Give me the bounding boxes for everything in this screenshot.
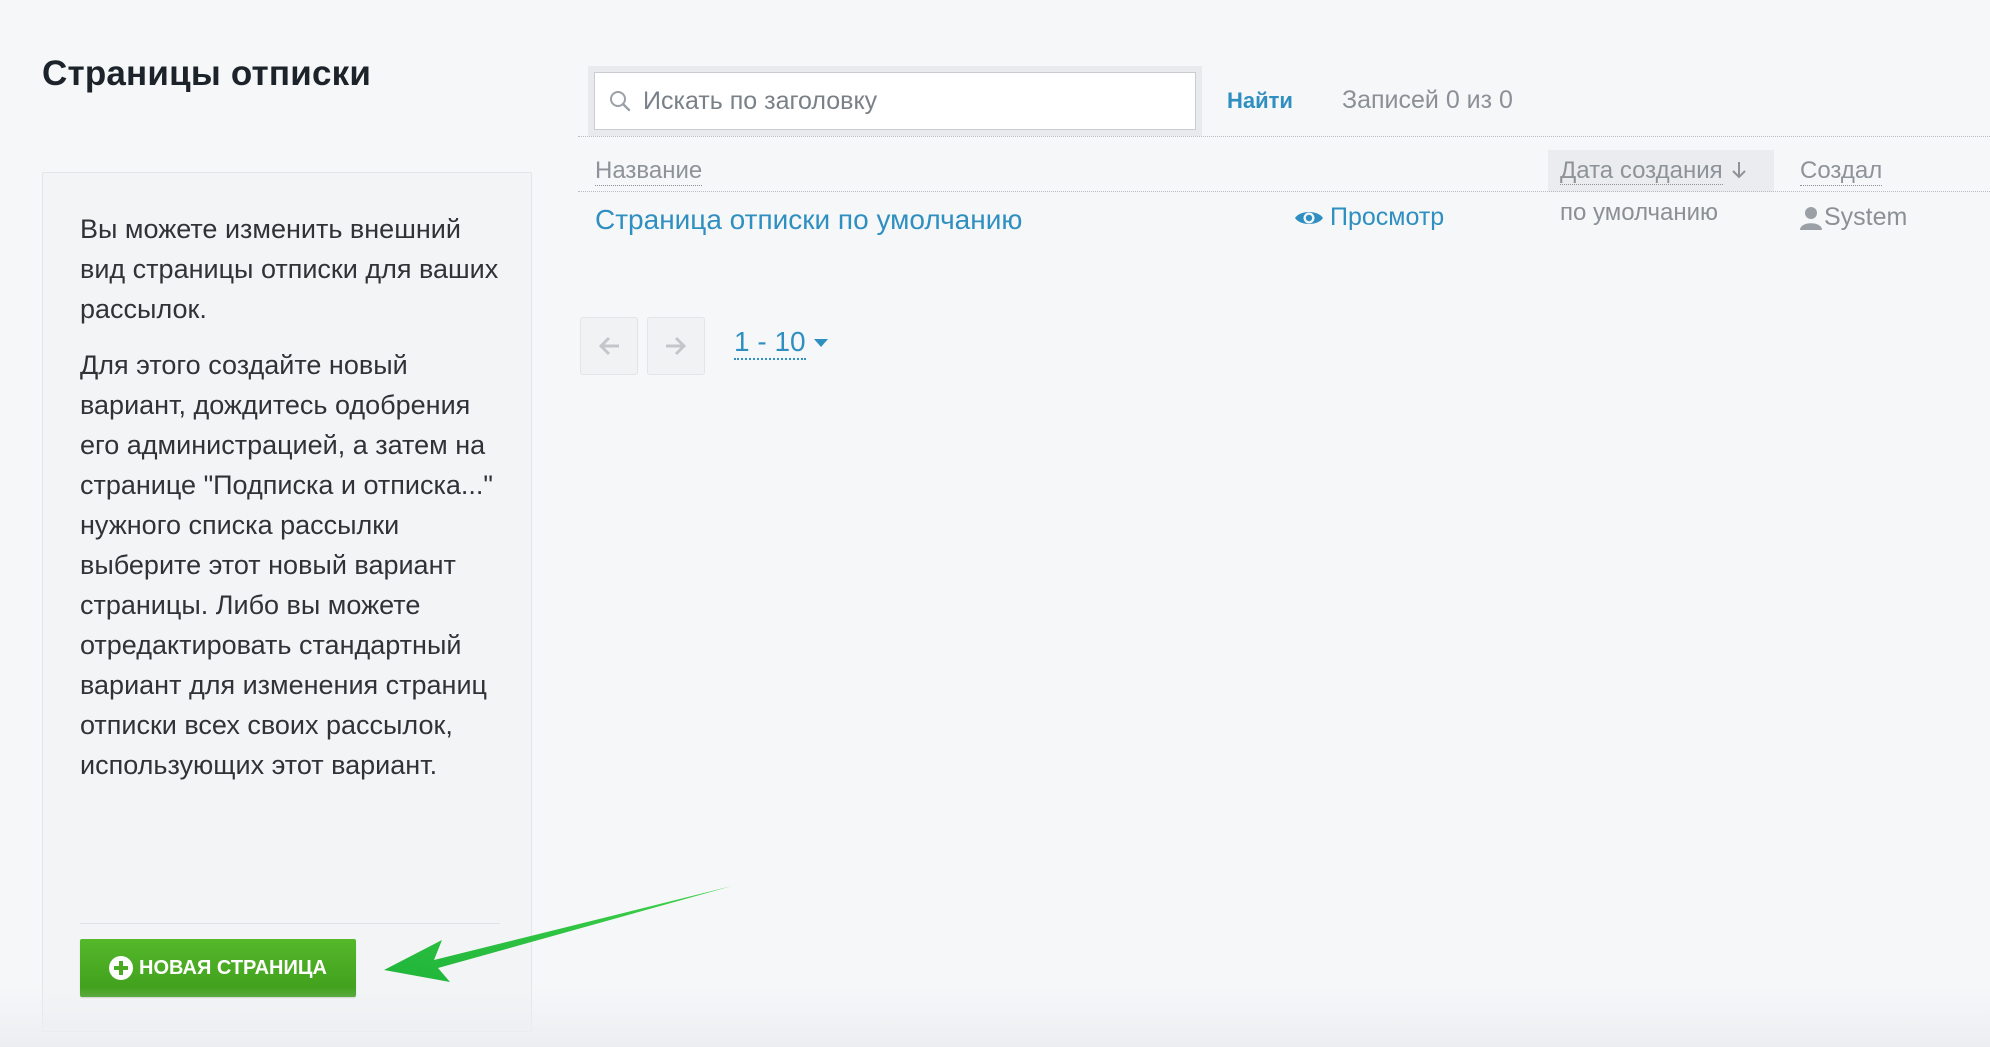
view-link-label: Просмотр bbox=[1330, 203, 1445, 231]
info-text: Вы можете изменить внешний вид страницы … bbox=[80, 209, 510, 801]
records-count: Записей 0 из 0 bbox=[1342, 86, 1513, 114]
search-field[interactable] bbox=[594, 72, 1196, 130]
eye-icon bbox=[1295, 211, 1323, 224]
info-paragraph-1: Вы можете изменить внешний вид страницы … bbox=[80, 214, 499, 324]
search-box bbox=[588, 66, 1202, 136]
search-icon bbox=[610, 91, 631, 112]
row-created-date: по умолчанию bbox=[1560, 199, 1719, 226]
find-button[interactable]: Найти bbox=[1227, 88, 1293, 114]
search-input[interactable] bbox=[641, 85, 1165, 117]
column-header-created-by[interactable]: Создал bbox=[1800, 157, 1883, 186]
row-title-link[interactable]: Страница отписки по умолчанию bbox=[595, 204, 1022, 236]
arrow-right-icon bbox=[666, 336, 687, 356]
info-paragraph-2: Для этого создайте новый вариант, дождит… bbox=[80, 350, 493, 780]
bottom-fade bbox=[0, 987, 1990, 1047]
user-icon bbox=[1800, 206, 1822, 230]
annotation-arrow-icon bbox=[384, 886, 732, 982]
page-size-label: 1 - 10 bbox=[734, 326, 806, 360]
table-header-divider bbox=[578, 191, 1990, 192]
page: Страницы отписки Вы можете изменить внеш… bbox=[0, 0, 1990, 1047]
plus-circle-icon bbox=[109, 956, 134, 980]
page-size-dropdown[interactable]: 1 - 10 bbox=[734, 326, 828, 360]
new-page-button-label: НОВАЯ СТРАНИЦА bbox=[139, 956, 327, 979]
column-header-name[interactable]: Название bbox=[595, 157, 703, 186]
page-title: Страницы отписки bbox=[42, 54, 372, 93]
prev-page-button[interactable] bbox=[580, 317, 638, 375]
row-created-by-label: System bbox=[1824, 203, 1908, 231]
next-page-button[interactable] bbox=[647, 317, 705, 375]
arrow-down-icon bbox=[1731, 162, 1746, 179]
column-header-created-date-label: Дата создания bbox=[1560, 157, 1723, 185]
column-header-created-date[interactable]: Дата создания bbox=[1560, 157, 1747, 185]
row-created-by: System bbox=[1800, 203, 1907, 232]
view-link[interactable]: Просмотр bbox=[1294, 203, 1444, 232]
caret-down-icon bbox=[813, 339, 828, 347]
table-top-divider bbox=[578, 136, 1990, 137]
arrow-left-icon bbox=[598, 336, 619, 356]
